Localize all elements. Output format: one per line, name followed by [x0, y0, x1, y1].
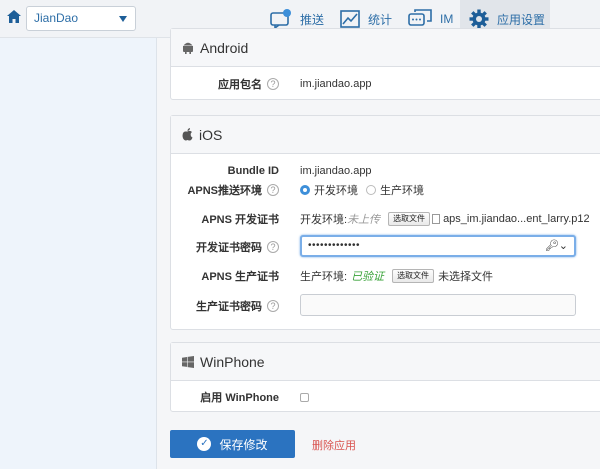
android-panel-header: Android: [171, 29, 600, 67]
bundle-label: Bundle ID: [227, 165, 279, 177]
nav-push-label: 推送: [300, 12, 325, 27]
dev-cert-row: APNS 开发证书 开发环境: 未上传 选取文件 aps_im.jiandao.…: [171, 208, 600, 230]
winphone-enable-label: 启用 WinPhone: [200, 392, 279, 404]
chevron-down-icon: [119, 16, 127, 22]
winphone-panel-header: WinPhone: [171, 343, 600, 381]
android-title: Android: [200, 39, 249, 56]
prod-pw-label: 生产证书密码?: [196, 298, 279, 314]
dev-env-prefix: 开发环境:: [300, 214, 348, 226]
file-icon: [432, 214, 441, 224]
nav-im-label: IM: [440, 12, 454, 26]
chart-icon: [340, 10, 360, 28]
winphone-enable-checkbox[interactable]: [300, 392, 309, 402]
env-prod-radio[interactable]: [366, 185, 376, 195]
prod-cert-filename: 未选择文件: [438, 271, 494, 283]
ios-panel: iOS Bundle ID im.jiandao.app APNS推送环境? 开…: [170, 115, 600, 330]
prod-cert-label: APNS 生产证书: [201, 271, 279, 283]
delete-app-link[interactable]: 删除应用: [312, 437, 356, 453]
gear-icon: [469, 9, 489, 29]
check-circle-icon: ✓: [197, 437, 212, 451]
windows-icon: [182, 355, 194, 368]
dev-password-input[interactable]: ••••••••••••• 🔑︎⌄: [300, 235, 576, 257]
dev-cert-label: APNS 开发证书: [201, 214, 279, 226]
sidebar: [0, 38, 157, 469]
package-row: 应用包名? im.jiandao.app: [171, 73, 600, 95]
env-prod-label: 生产环境: [380, 185, 424, 197]
winphone-panel: WinPhone 启用 WinPhone: [170, 342, 600, 412]
app-selector-value: JianDao: [34, 11, 79, 25]
prod-cert-field: 生产环境: 已验证 选取文件 未选择文件: [300, 268, 493, 284]
dev-password-value: •••••••••••••: [308, 240, 361, 251]
package-label: 应用包名?: [218, 76, 279, 92]
android-icon: [182, 41, 194, 54]
save-button-label: 保存修改: [219, 437, 268, 452]
prod-choose-file-button[interactable]: 选取文件: [392, 269, 435, 283]
nav-app-settings-label: 应用设置: [497, 12, 546, 27]
prod-cert-status: 已验证: [351, 271, 385, 283]
home-icon: [7, 10, 21, 26]
app-selector[interactable]: JianDao: [26, 6, 136, 31]
save-button[interactable]: ✓ 保存修改: [170, 430, 295, 458]
messages-icon: [408, 9, 432, 29]
help-icon[interactable]: ?: [267, 241, 279, 253]
apns-env-row: APNS推送环境? 开发环境 生产环境: [171, 179, 600, 201]
apple-icon: [182, 128, 193, 141]
package-value: im.jiandao.app: [300, 78, 372, 90]
key-icon[interactable]: 🔑︎⌄: [545, 239, 568, 252]
help-icon[interactable]: ?: [267, 300, 279, 312]
chat-bubble-icon: [270, 9, 292, 29]
winphone-title: WinPhone: [200, 353, 265, 370]
prod-password-input[interactable]: [300, 294, 576, 316]
help-icon[interactable]: ?: [267, 184, 279, 196]
help-icon[interactable]: ?: [267, 78, 279, 90]
bundle-value: im.jiandao.app: [300, 165, 372, 177]
env-dev-label: 开发环境: [314, 185, 358, 197]
dev-choose-file-button[interactable]: 选取文件: [388, 212, 431, 226]
winphone-enable-row: 启用 WinPhone: [171, 386, 600, 408]
apns-env-options: 开发环境 生产环境: [300, 182, 424, 198]
env-dev-radio[interactable]: [300, 185, 310, 195]
ios-title: iOS: [199, 126, 223, 143]
dev-cert-field: 开发环境: 未上传 选取文件 aps_im.jiandao...ent_larr…: [300, 211, 590, 227]
prod-env-prefix: 生产环境:: [300, 271, 348, 283]
dev-pw-label: 开发证书密码?: [196, 239, 279, 255]
ios-panel-header: iOS: [171, 116, 600, 154]
home-button[interactable]: [2, 6, 26, 30]
nav-stats-label: 统计: [368, 12, 393, 27]
prod-cert-row: APNS 生产证书 生产环境: 已验证 选取文件 未选择文件: [171, 265, 600, 287]
apns-env-label: APNS推送环境?: [187, 182, 279, 198]
main-content: Android 应用包名? im.jiandao.app iOS Bundle …: [157, 28, 600, 469]
android-panel: Android 应用包名? im.jiandao.app: [170, 28, 600, 100]
dev-cert-filename: aps_im.jiandao...ent_larry.p12: [443, 213, 590, 225]
dev-cert-status: 未上传: [347, 214, 381, 226]
